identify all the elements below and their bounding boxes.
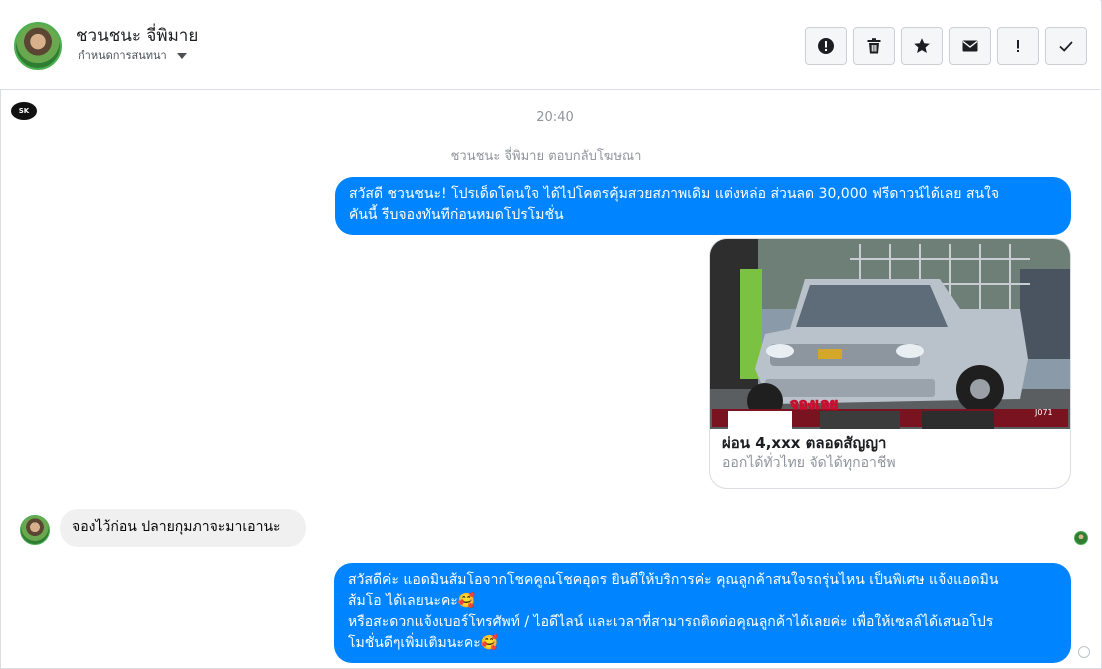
star-button[interactable] <box>901 27 943 65</box>
delete-button[interactable] <box>853 27 895 65</box>
seen-avatar <box>1074 531 1088 545</box>
star-icon <box>914 38 930 53</box>
contact-name[interactable]: ชวนชนะ จี่พิมาย <box>76 22 198 49</box>
envelope-icon <box>962 40 978 52</box>
mail-button[interactable] <box>949 27 991 65</box>
trash-icon <box>867 38 881 54</box>
ad-plate-text: J071 <box>1034 408 1053 417</box>
action-toolbar <box>805 27 1087 65</box>
message-line: ส้มโอ ได้เลยนะคะ🥰 <box>348 593 476 609</box>
message-line: โมชั่นดีๆเพิ่มเติมนะคะ🥰 <box>348 635 499 651</box>
outgoing-message[interactable]: สวัสดี ชวนชนะ! โปรเด็ดโดนใจ ได้ไปโคตรคุ้… <box>335 177 1071 235</box>
message-line: หรือสะดวกแจ้งเบอร์โทรศัพท์ / ไอดีไลน์ แล… <box>348 614 994 630</box>
incoming-message[interactable]: จองไว้ก่อน ปลายกุมภาจะมาเอานะ <box>60 509 306 547</box>
contact-avatar[interactable] <box>14 22 62 70</box>
report-button[interactable] <box>805 27 847 65</box>
sender-avatar[interactable] <box>20 515 50 545</box>
caret-down-icon <box>176 52 187 59</box>
check-icon <box>1059 41 1073 52</box>
message-line: สวัสดีค่ะ แอดมินส้มโอจากโชคคูณโชคอุดร ยิ… <box>348 572 999 588</box>
ad-card[interactable]: จองเลย J071 ผ่อน 4,xxx ตลอดสัญญา ออกได้ท… <box>709 238 1071 489</box>
message-line: สวัสดี ชวนชนะ! โปรเด็ดโดนใจ ได้ไปโคตรคุ้… <box>349 186 1000 202</box>
ad-card-subtitle: ออกได้ทั่วไทย จัดได้ทุกอาชีพ <box>722 455 896 471</box>
ad-image[interactable]: จองเลย J071 <box>710 239 1070 429</box>
ad-sticker-text: จองเลย <box>790 395 838 413</box>
message-timestamp: 20:40 <box>536 110 574 125</box>
sent-status-icon <box>1078 646 1090 658</box>
done-button[interactable] <box>1045 27 1087 65</box>
schedule-dropdown[interactable]: กำหนดการสนทนา <box>78 46 187 64</box>
schedule-label: กำหนดการสนทนา <box>78 49 167 62</box>
message-line: คันนี้ รีบจองทันทีก่อนหมดโปรโมชั่น <box>349 207 564 223</box>
conversation-header: ชวนชนะ จี่พิมาย กำหนดการสนทนา <box>0 0 1100 90</box>
outgoing-message[interactable]: สวัสดีค่ะ แอดมินส้มโอจากโชคคูณโชคอุดร ยิ… <box>334 563 1071 663</box>
important-button[interactable] <box>997 27 1039 65</box>
ad-reply-note: ชวนชนะ จี่พิมาย ตอบกลับโฆษณา <box>450 149 642 164</box>
alert-circle-icon <box>818 38 834 54</box>
exclamation-icon <box>1017 40 1019 52</box>
